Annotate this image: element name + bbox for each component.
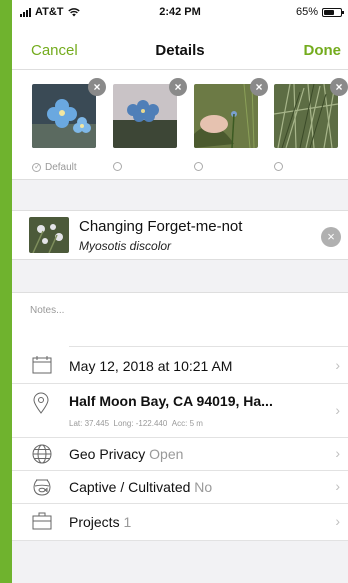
globe-icon <box>32 444 52 464</box>
details-list: May 12, 2018 at 10:21 AM › Half Moon Bay… <box>12 346 348 541</box>
geo-privacy-text: Geo Privacy Open <box>69 446 183 462</box>
geo-privacy-label: Geo Privacy <box>69 446 146 462</box>
status-bar: AT&T 2:42 PM 65% <box>12 0 348 26</box>
details-screen: AT&T 2:42 PM 65% Cancel Details Done × ✓… <box>12 0 348 583</box>
radio-icon <box>194 162 203 171</box>
check-circle-icon: ✓ <box>32 162 41 172</box>
remove-photo-3-button[interactable]: × <box>250 78 268 96</box>
nav-bar: Cancel Details Done <box>12 26 348 70</box>
chevron-right-icon: › <box>335 402 340 418</box>
chevron-right-icon: › <box>335 513 340 529</box>
accuracy-value: Acc: 5 m <box>171 419 203 428</box>
photo-2-radio[interactable] <box>113 162 122 171</box>
photo-thumbnail-2[interactable] <box>113 84 177 148</box>
geo-privacy-value: Open <box>149 446 184 462</box>
chevron-right-icon: › <box>335 478 340 494</box>
date-row-content: May 12, 2018 at 10:21 AM › <box>69 346 348 383</box>
grass-photo <box>274 84 338 148</box>
photo-3-radio[interactable] <box>194 162 203 171</box>
projects-row-content: Projects 1 › <box>69 504 348 540</box>
default-label: Default <box>45 162 77 173</box>
clear-taxon-button[interactable]: × <box>321 227 341 247</box>
taxon-photo <box>29 217 69 253</box>
battery-icon <box>322 7 344 17</box>
photo-thumbnail-3[interactable] <box>194 84 258 148</box>
hand-plant-photo <box>194 84 258 148</box>
radio-icon <box>113 162 122 171</box>
taxon-common-name: Changing Forget-me-not <box>79 218 243 235</box>
projects-text: Projects 1 <box>69 514 131 530</box>
radio-icon <box>274 162 283 171</box>
map-pin-icon <box>33 392 49 414</box>
battery-percent: 65% <box>295 6 318 18</box>
flower-cluster-photo <box>113 84 177 148</box>
blue-flower-photo <box>32 84 96 148</box>
notes-field[interactable]: Notes... <box>12 292 348 346</box>
default-photo-radio[interactable]: ✓ Default <box>32 162 77 173</box>
remove-photo-2-button[interactable]: × <box>169 78 187 96</box>
notes-placeholder: Notes... <box>30 305 65 316</box>
geo-privacy-row-content: Geo Privacy Open › <box>69 438 348 470</box>
taxon-row[interactable]: Changing Forget-me-not Myosotis discolor… <box>12 210 348 260</box>
status-right: 65% <box>295 6 344 18</box>
remove-photo-4-button[interactable]: × <box>330 78 348 96</box>
captive-label: Captive / Cultivated <box>69 479 191 495</box>
location-coordinates: Lat: 37.445 Long: -122.440 Acc: 5 m <box>69 419 203 428</box>
captive-text: Captive / Cultivated No <box>69 479 212 495</box>
photo-thumbnail-1[interactable] <box>32 84 96 148</box>
fishbowl-icon <box>33 479 51 496</box>
captive-row[interactable]: Captive / Cultivated No › <box>12 471 348 504</box>
projects-label: Projects <box>69 514 120 530</box>
calendar-icon <box>32 356 52 374</box>
location-row[interactable]: Half Moon Bay, CA 94019, Ha... Lat: 37.4… <box>12 384 348 438</box>
remove-photo-1-button[interactable]: × <box>88 78 106 96</box>
page-title: Details <box>155 42 205 59</box>
date-label: May 12, 2018 at 10:21 AM <box>69 358 233 374</box>
geo-privacy-row[interactable]: Geo Privacy Open › <box>12 438 348 471</box>
date-row[interactable]: May 12, 2018 at 10:21 AM › <box>12 346 348 384</box>
location-row-content: Half Moon Bay, CA 94019, Ha... Lat: 37.4… <box>69 384 348 437</box>
latitude-value: Lat: 37.445 <box>69 419 110 428</box>
briefcase-icon <box>32 512 52 530</box>
chevron-right-icon: › <box>335 357 340 373</box>
captive-row-content: Captive / Cultivated No › <box>69 471 348 503</box>
longitude-value: Long: -122.440 <box>113 419 168 428</box>
taxon-scientific-name: Myosotis discolor <box>79 239 172 253</box>
done-button[interactable]: Done <box>304 42 342 59</box>
taxon-thumbnail <box>29 217 69 253</box>
projects-row[interactable]: Projects 1 › <box>12 504 348 541</box>
photo-strip: × ✓ Default × × × <box>12 70 348 180</box>
battery-fill <box>324 9 335 15</box>
chevron-right-icon: › <box>335 445 340 461</box>
captive-value: No <box>194 479 213 495</box>
projects-count: 1 <box>123 514 132 530</box>
location-label: Half Moon Bay, CA 94019, Ha... <box>69 393 273 409</box>
photo-4-radio[interactable] <box>274 162 283 171</box>
photo-thumbnail-4[interactable] <box>274 84 338 148</box>
